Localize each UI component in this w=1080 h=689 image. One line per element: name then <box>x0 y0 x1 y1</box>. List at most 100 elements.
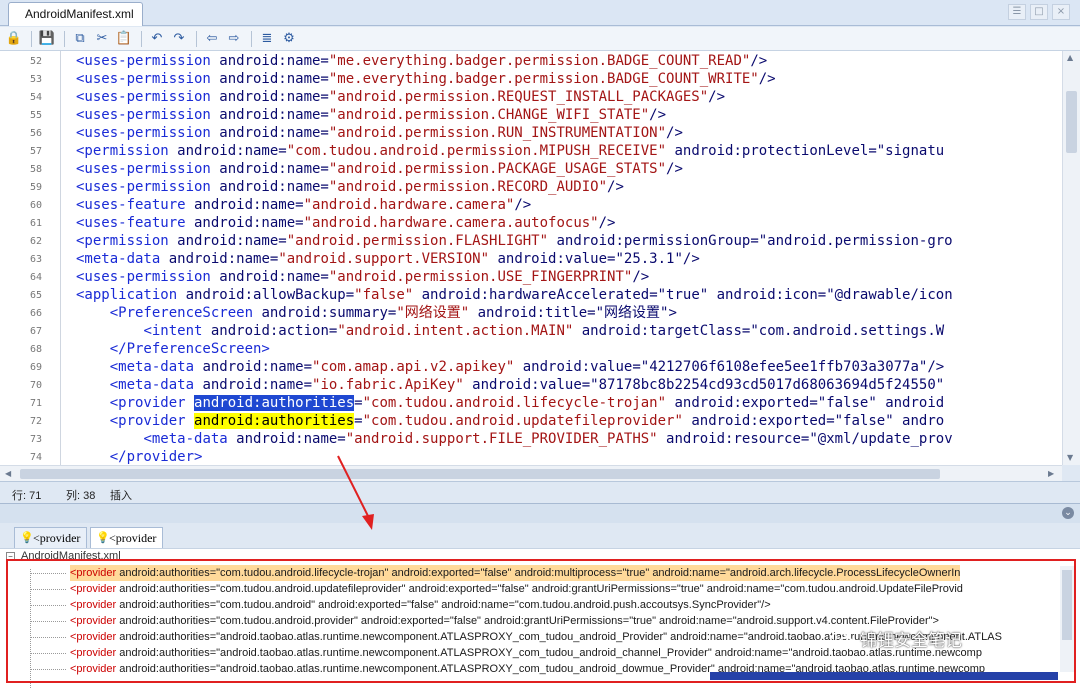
line-number-gutter: 52 53 54 55 56 57 58 59 60 61 62 63 64 65 66 67 68 69 70 71… <box>0 51 52 465</box>
xml-attribute: android:name= <box>210 89 329 105</box>
code-line[interactable]: <meta-data android:name="android.support… <box>76 250 700 268</box>
code-line[interactable]: <uses-permission android:name="me.everyt… <box>76 70 776 88</box>
code-line[interactable]: <uses-permission android:name="android.p… <box>76 124 683 142</box>
xml-tag: <uses-permission <box>76 161 211 177</box>
xml-tag: <uses-permission <box>76 269 211 285</box>
panel-collapse-icon[interactable]: ⌄ <box>1062 507 1074 519</box>
back-icon[interactable]: ⇦ <box>202 29 222 49</box>
code-line[interactable]: <uses-permission android:name="android.p… <box>76 268 649 286</box>
code-line[interactable]: <uses-permission android:name="android.p… <box>76 178 624 196</box>
code-line[interactable]: <uses-permission android:name="android.p… <box>76 106 666 124</box>
xml-tag: <meta-data <box>109 377 195 393</box>
code-line[interactable]: <meta-data android:name="android.support… <box>76 430 952 448</box>
tab-androidmanifest[interactable]: AndroidManifest.xml <box>8 2 143 26</box>
cut-icon[interactable]: ✂ <box>92 29 112 49</box>
code-line[interactable]: <uses-permission android:name="me.everyt… <box>76 52 767 70</box>
xml-tag: <permission <box>76 233 169 249</box>
xml-attribute: android:action= <box>202 323 338 339</box>
code-line[interactable]: </PreferenceScreen> <box>76 340 270 358</box>
result-tag: <provider <box>70 647 117 659</box>
code-line[interactable]: <permission android:name="com.tudou.andr… <box>76 142 944 160</box>
code-editor[interactable]: 52 53 54 55 56 57 58 59 60 61 62 63 64 65 66 67 68 69 70 71… <box>0 51 1062 465</box>
tool-icon[interactable]: ⚙ <box>279 29 299 49</box>
restore-icon[interactable]: □ <box>1030 4 1048 20</box>
redo-icon[interactable]: ↷ <box>169 29 189 49</box>
result-row[interactable]: <provider android:authorities="com.tudou… <box>70 565 961 581</box>
xml-attribute: android:name= <box>210 125 329 141</box>
results-tab-1[interactable]: 💡 <provider <box>14 527 88 548</box>
line-number: 53 <box>29 74 42 85</box>
line-number: 73 <box>29 434 42 445</box>
code-line[interactable]: <provider android:authorities="com.tudou… <box>76 412 944 430</box>
xml-tail: /> <box>632 269 650 285</box>
code-line[interactable]: </provider> <box>76 448 203 465</box>
scroll-left-icon[interactable]: ◀ <box>5 469 11 478</box>
editor-horizontal-scrollbar[interactable]: ◀ ▶ <box>0 465 1062 481</box>
xml-tail: /> <box>750 53 768 69</box>
xml-attribute: android:name= <box>210 269 329 285</box>
scroll-up-icon[interactable]: ▲ <box>1067 53 1073 62</box>
xml-value: "com.tudou.android.lifecycle-trojan" <box>362 395 667 411</box>
undo-icon[interactable]: ↶ <box>147 29 167 49</box>
xml-tag: <uses-permission <box>76 125 211 141</box>
code-line[interactable]: <meta-data android:name="com.amap.api.v2… <box>76 358 944 376</box>
xml-attribute: android:summary= <box>253 305 397 321</box>
xml-value: "android.permission.USE_FINGERPRINT" <box>328 269 633 285</box>
forward-icon[interactable]: ⇨ <box>224 29 244 49</box>
editor-horizontal-thumb[interactable] <box>20 469 940 479</box>
results-tab-2[interactable]: 💡 <provider <box>90 527 164 548</box>
search-results-list[interactable]: − AndroidManifest.xml <provider android:a… <box>0 548 1080 689</box>
xml-attribute: android:name= <box>227 431 346 447</box>
editor-vertical-scrollbar[interactable]: ▲ ▼ <box>1062 51 1080 465</box>
code-line[interactable]: <uses-feature android:name="android.hard… <box>76 214 615 232</box>
line-number: 74 <box>29 452 42 463</box>
scroll-right-icon[interactable]: ▶ <box>1048 469 1054 478</box>
toolbar-separator <box>31 30 32 47</box>
xml-tail: /> <box>666 161 683 177</box>
code-line[interactable]: <uses-permission android:name="android.p… <box>76 160 683 178</box>
editor-vertical-thumb[interactable] <box>1066 91 1077 153</box>
lock-icon[interactable]: 🔒 <box>4 29 24 49</box>
xml-tail: android:value="4212706f6108efee5ee1ffb70… <box>514 359 945 375</box>
code-line[interactable]: <application android:allowBackup="false"… <box>76 286 953 304</box>
xml-attribute: android:name= <box>194 359 313 375</box>
results-vertical-scrollbar[interactable] <box>1060 566 1074 672</box>
result-tag: <provider <box>70 567 117 579</box>
code-line[interactable]: <uses-permission android:name="android.p… <box>76 88 725 106</box>
menu-icon[interactable]: ☰ <box>1008 4 1026 20</box>
result-text: android:authorities="com.tudou.android.u… <box>116 583 963 595</box>
copy-icon[interactable]: ⧉ <box>70 29 90 49</box>
xml-value: "android.permission.RECORD_AUDIO" <box>328 179 608 195</box>
line-number: 58 <box>29 164 42 175</box>
results-file-node[interactable]: − AndroidManifest.xml <box>6 550 121 562</box>
scroll-down-icon[interactable]: ▼ <box>1067 453 1073 462</box>
line-number: 68 <box>29 344 42 355</box>
code-line[interactable]: <meta-data android:name="io.fabric.ApiKe… <box>76 376 944 394</box>
result-row[interactable]: <provider android:authorities="com.tudou… <box>70 581 963 597</box>
results-horizontal-thumb[interactable] <box>710 672 1058 680</box>
code-line[interactable]: <PreferenceScreen android:summary="网络设置"… <box>76 304 677 322</box>
xml-tag: <uses-permission <box>76 53 211 69</box>
save-icon[interactable]: 💾 <box>37 29 57 49</box>
code-line[interactable]: <intent android:action="android.intent.a… <box>76 322 944 340</box>
collapse-icon[interactable]: − <box>6 552 15 561</box>
result-row[interactable]: <provider android:authorities="com.tudou… <box>70 597 771 613</box>
toolbar-separator <box>251 30 252 47</box>
line-number: 69 <box>29 362 42 373</box>
document-tab-bar: AndroidManifest.xml ☰ □ × <box>0 0 1080 26</box>
close-icon[interactable]: × <box>1052 4 1070 20</box>
xml-tail: android:targetClass="com.android.setting… <box>573 323 945 339</box>
xml-value: "android.permission.RUN_INSTRUMENTATION" <box>328 125 667 141</box>
fold-rail <box>60 51 61 465</box>
xml-attribute: android:allowBackup= <box>177 287 355 303</box>
xml-tag: <provider <box>109 413 186 429</box>
xml-value: "com.tudou.android.updatefileprovider" <box>362 413 683 429</box>
code-line[interactable]: <uses-feature android:name="android.hard… <box>76 196 531 214</box>
code-line[interactable]: <permission android:name="android.permis… <box>76 232 953 250</box>
result-text: android:authorities="com.tudou.android.l… <box>116 567 961 579</box>
code-line[interactable]: <provider android:authorities="com.tudou… <box>76 394 944 412</box>
result-row[interactable]: <provider android:authorities="com.tudou… <box>70 613 939 629</box>
format-icon[interactable]: ≣ <box>257 29 277 49</box>
paste-icon[interactable]: 📋 <box>114 29 134 49</box>
